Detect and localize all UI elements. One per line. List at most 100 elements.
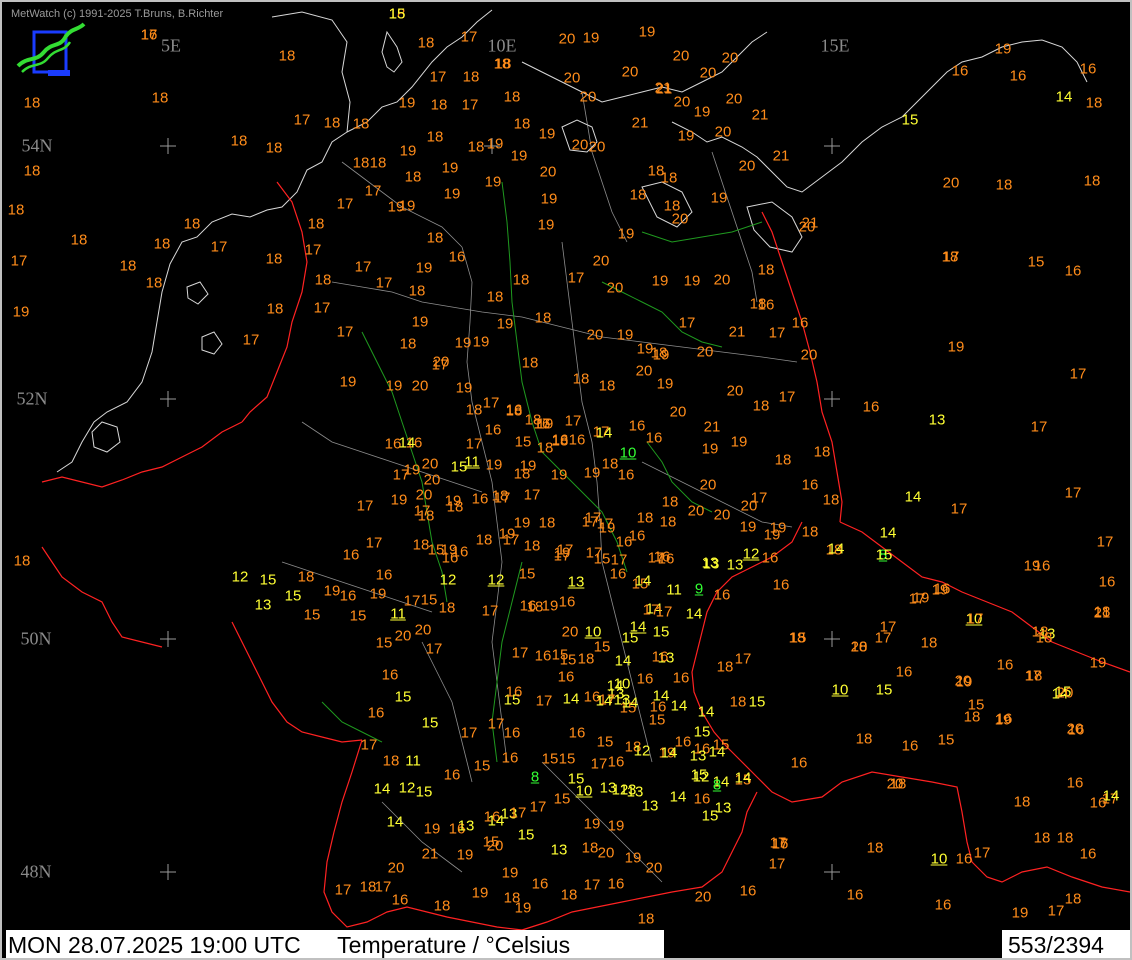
temperature-value: 20 bbox=[1056, 684, 1074, 702]
temperature-value: 18 bbox=[426, 128, 444, 146]
temperature-value: 18 bbox=[151, 89, 169, 107]
temperature-value: 14 bbox=[595, 424, 613, 442]
temperature-value: 19 bbox=[550, 466, 568, 484]
temperature-value: 17 bbox=[533, 415, 551, 433]
temperature-value: 16 bbox=[451, 543, 469, 561]
temperature-value: 16 bbox=[772, 576, 790, 594]
temperature-value: 19 bbox=[652, 346, 670, 364]
temperature-value: 18 bbox=[521, 354, 539, 372]
temperature-value: 20 bbox=[726, 382, 744, 400]
temperature-value: 18 bbox=[749, 295, 767, 313]
temperature-value: 20 bbox=[672, 47, 690, 65]
temperature-value: 19 bbox=[1023, 557, 1041, 575]
temperature-value: 20 bbox=[713, 271, 731, 289]
temperature-value: 16 bbox=[996, 656, 1014, 674]
temperature-value: 18 bbox=[538, 514, 556, 532]
temperature-value: 16 bbox=[636, 670, 654, 688]
temperature-value: 16 bbox=[501, 749, 519, 767]
temperature-value: 18 bbox=[462, 68, 480, 86]
temperature-value: 15 bbox=[375, 634, 393, 652]
temperature-value: 17 bbox=[304, 241, 322, 259]
weather-map[interactable]: MetWatch (c) 1991-2025 T.Bruns, B.Richte… bbox=[0, 0, 1132, 960]
temperature-value: 15 bbox=[553, 790, 571, 808]
metwatch-logo-icon bbox=[16, 22, 86, 76]
temperature-value: 18 bbox=[230, 132, 248, 150]
temperature-value: 20 bbox=[592, 252, 610, 270]
temperature-value: 20 bbox=[725, 90, 743, 108]
temperature-value: 19 bbox=[541, 597, 559, 615]
temperature-value: 13 bbox=[567, 573, 585, 591]
temperature-value: 18 bbox=[399, 335, 417, 353]
temperature-value: 20 bbox=[597, 844, 615, 862]
temperature-value: 17 bbox=[1096, 533, 1114, 551]
temperature-value: 19 bbox=[931, 581, 949, 599]
temperature-value: 12 bbox=[231, 568, 249, 586]
temperature-value: 16 bbox=[1066, 774, 1084, 792]
temperature-value: 14 bbox=[386, 813, 404, 831]
temperature-value: 18 bbox=[433, 897, 451, 915]
temperature-value: 19 bbox=[763, 526, 781, 544]
temperature-value: 15 bbox=[259, 571, 277, 589]
temperature-value: 17 bbox=[465, 435, 483, 453]
temperature-value: 15 bbox=[421, 714, 439, 732]
temperature-value: 15 bbox=[415, 783, 433, 801]
temperature-value: 17 bbox=[768, 324, 786, 342]
temperature-value: 16 bbox=[609, 565, 627, 583]
temperature-value: 16 bbox=[534, 647, 552, 665]
temperature-value: 19 bbox=[484, 173, 502, 191]
temperature-value: 20 bbox=[423, 471, 441, 489]
temperature-value: 16 bbox=[628, 527, 646, 545]
temperature-value: 17 bbox=[481, 602, 499, 620]
temperature-value: 15 bbox=[748, 693, 766, 711]
temperature-value: 14 bbox=[595, 692, 613, 710]
temperature-value: 17 bbox=[334, 881, 352, 899]
station-counter: 553/2394 bbox=[1002, 930, 1130, 958]
temperature-value: 16 bbox=[761, 549, 779, 567]
temperature-value: 17 bbox=[642, 601, 660, 619]
temperature-value: 18 bbox=[523, 537, 541, 555]
temperature-value: 19 bbox=[607, 817, 625, 835]
temperature-value: 20 bbox=[699, 64, 717, 82]
temperature-value: 17 bbox=[392, 466, 410, 484]
temperature-value: 17 bbox=[460, 724, 478, 742]
temperature-value: 17 bbox=[502, 531, 520, 549]
temperature-value: 17 bbox=[493, 489, 511, 507]
temperature-value: 20 bbox=[414, 621, 432, 639]
temperature-value: 20 bbox=[673, 93, 691, 111]
temperature-value: 18 bbox=[314, 271, 332, 289]
temperature-value: 16 bbox=[790, 754, 808, 772]
temperature-value: 19 bbox=[651, 272, 669, 290]
temperature-value: 15 bbox=[875, 546, 893, 564]
temperature-value: 17 bbox=[374, 878, 392, 896]
temperature-value: 18 bbox=[512, 271, 530, 289]
temperature-value: 16 bbox=[1064, 262, 1082, 280]
temperature-value: 18 bbox=[119, 257, 137, 275]
temperature-value: 14 bbox=[614, 652, 632, 670]
temperature-value: 18 bbox=[503, 889, 521, 907]
temperature-value: 13 bbox=[254, 596, 272, 614]
temperature-value: 17 bbox=[583, 876, 601, 894]
temperature-value: 16 bbox=[628, 417, 646, 435]
temperature-value: 10 bbox=[619, 444, 637, 462]
temperature-value: 13 bbox=[928, 411, 946, 429]
temperature-value: 16 bbox=[1079, 60, 1097, 78]
temperature-value: 17 bbox=[461, 96, 479, 114]
temperature-value: 20 bbox=[571, 136, 589, 154]
temperature-value: 15 bbox=[518, 565, 536, 583]
parameter-label: Temperature / °Celsius bbox=[337, 932, 571, 958]
temperature-value: 16 bbox=[901, 737, 919, 755]
temperature-value: 18 bbox=[581, 839, 599, 857]
temperature-value: 17 bbox=[313, 299, 331, 317]
temperature-value: 20 bbox=[432, 353, 450, 371]
temperature-value: 19 bbox=[472, 333, 490, 351]
temperature-value: 19 bbox=[598, 519, 616, 537]
temperature-value: 20 bbox=[606, 279, 624, 297]
temperature-value: 12 bbox=[692, 768, 710, 786]
temperature-value: 14 bbox=[669, 788, 687, 806]
temperature-value: 16 bbox=[503, 724, 521, 742]
lat-label-50n: 50N bbox=[20, 628, 52, 649]
temperature-value: 16 bbox=[791, 314, 809, 332]
temperature-value: 14 bbox=[373, 780, 391, 798]
temperature-value: 19 bbox=[583, 464, 601, 482]
temperature-value: 18 bbox=[1035, 629, 1053, 647]
